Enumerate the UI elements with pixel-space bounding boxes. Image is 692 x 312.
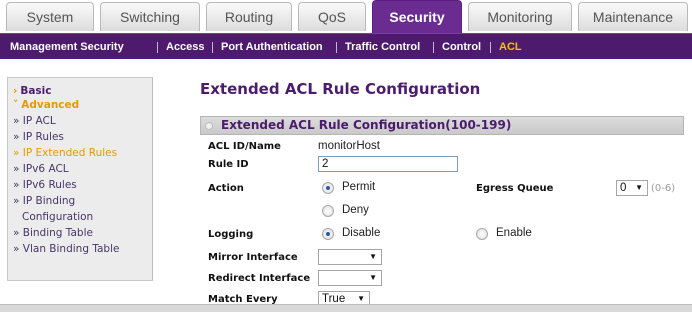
subnav-traffic-control[interactable]: Traffic Control <box>345 34 420 60</box>
sidebar-item-ip-binding-configuration[interactable]: Configuration <box>22 211 93 223</box>
double-chevron-icon: » <box>13 243 20 255</box>
logging-enable-radio[interactable] <box>476 228 488 240</box>
action-permit-radio[interactable] <box>322 182 334 194</box>
egress-queue-hint: (0-6) <box>651 183 676 194</box>
subnav-port-authentication[interactable]: Port Authentication <box>221 34 323 60</box>
sidebar-item-label: IP Binding <box>22 195 76 207</box>
dropdown-arrow-icon: ▼ <box>635 183 643 192</box>
tab-maintenance[interactable]: Maintenance <box>578 2 688 31</box>
security-sub-nav: Management Security Access Port Authenti… <box>0 33 692 59</box>
mirror-interface-label: Mirror Interface <box>208 252 298 263</box>
sidebar-item-ip-rules[interactable]: » IP Rules <box>13 131 64 143</box>
subnav-separator <box>336 42 337 53</box>
action-label: Action <box>208 183 244 194</box>
logging-disable-label: Disable <box>342 227 381 239</box>
sidebar-item-vlan-binding-table[interactable]: » Vlan Binding Table <box>13 243 119 255</box>
double-chevron-icon: » <box>13 179 20 191</box>
section-header: Extended ACL Rule Configuration(100-199) <box>200 116 684 135</box>
tab-security[interactable]: Security <box>372 0 462 33</box>
egress-queue-select[interactable]: 0 ▼ <box>616 180 648 196</box>
acl-id-value: monitorHost <box>318 140 380 152</box>
action-permit-label: Permit <box>342 181 376 193</box>
sidebar-basic-label: Basic <box>20 85 52 97</box>
sidebar-item-label: Binding Table <box>22 227 93 239</box>
page-title: Extended ACL Rule Configuration <box>200 80 481 98</box>
subnav-management-security[interactable]: Management Security <box>10 34 124 60</box>
redirect-interface-label: Redirect Interface <box>208 273 311 284</box>
sidebar-item-label: Configuration <box>22 211 94 223</box>
arrow-right-icon: › <box>13 85 18 97</box>
sidebar-item-label: IPv6 Rules <box>22 179 77 191</box>
logging-label: Logging <box>208 229 254 240</box>
sidebar-item-ipv6-rules[interactable]: » IPv6 Rules <box>13 179 77 191</box>
double-chevron-icon: » <box>13 115 20 127</box>
action-deny-radio[interactable] <box>322 205 334 217</box>
window-bottom-edge <box>0 304 692 312</box>
sidebar-item-label: IP Rules <box>22 131 64 143</box>
tab-monitoring[interactable]: Monitoring <box>468 2 572 31</box>
sidebar-advanced-label: Advanced <box>21 99 80 111</box>
tab-switching[interactable]: Switching <box>100 2 200 31</box>
subnav-separator <box>433 42 434 53</box>
logging-enable-label: Enable <box>496 227 532 239</box>
tab-system[interactable]: System <box>6 2 94 31</box>
subnav-control[interactable]: Control <box>442 34 481 60</box>
rule-id-input[interactable]: 2 <box>318 156 458 172</box>
collapse-icon[interactable] <box>205 122 213 130</box>
main-tab-bar: System Switching Routing QoS Security Mo… <box>0 0 692 33</box>
arrow-down-icon: ˅ <box>13 99 19 111</box>
section-title: Extended ACL Rule Configuration(100-199) <box>221 118 512 132</box>
sidebar-item-label: IP Extended Rules <box>22 147 118 159</box>
sidebar-advanced[interactable]: ˅ Advanced <box>13 99 79 111</box>
double-chevron-icon: » <box>13 227 20 239</box>
double-chevron-icon: » <box>13 147 20 159</box>
sidebar-item-ipv6-acl[interactable]: » IPv6 ACL <box>13 163 69 175</box>
subnav-separator <box>212 42 213 53</box>
sidebar-item-label: IPv6 ACL <box>22 163 69 175</box>
rule-id-label: Rule ID <box>208 159 249 170</box>
double-chevron-icon: » <box>13 195 20 207</box>
sidebar-item-binding-table[interactable]: » Binding Table <box>13 227 93 239</box>
tab-routing[interactable]: Routing <box>206 2 292 31</box>
subnav-separator <box>157 42 158 53</box>
double-chevron-icon: » <box>13 131 20 143</box>
mirror-interface-select[interactable]: ▼ <box>318 249 382 265</box>
subnav-acl[interactable]: ACL <box>499 34 522 60</box>
egress-queue-value: 0 <box>620 182 627 194</box>
sidebar-item-ip-extended-rules[interactable]: » IP Extended Rules <box>13 147 117 159</box>
tab-qos[interactable]: QoS <box>298 2 366 31</box>
subnav-separator <box>490 42 491 53</box>
logging-disable-radio[interactable] <box>322 228 334 240</box>
egress-queue-label: Egress Queue <box>476 183 554 194</box>
action-deny-label: Deny <box>342 204 369 216</box>
sidebar-basic[interactable]: › Basic <box>13 85 52 97</box>
acl-id-label: ACL ID/Name <box>208 141 281 152</box>
dropdown-arrow-icon: ▼ <box>369 252 377 261</box>
sidebar-item-ip-acl[interactable]: » IP ACL <box>13 115 56 127</box>
double-chevron-icon: » <box>13 163 20 175</box>
subnav-access[interactable]: Access <box>166 34 205 60</box>
sidebar-item-label: Vlan Binding Table <box>22 243 120 255</box>
sidebar-nav: › Basic ˅ Advanced » IP ACL » IP Rules » I… <box>7 77 153 281</box>
dropdown-arrow-icon: ▼ <box>369 273 377 282</box>
sidebar-item-label: IP ACL <box>22 115 56 127</box>
redirect-interface-select[interactable]: ▼ <box>318 270 382 286</box>
sidebar-item-ip-binding[interactable]: » IP Binding <box>13 195 75 207</box>
acl-rule-form: ACL ID/Name monitorHost Rule ID 2 Action… <box>200 136 684 307</box>
